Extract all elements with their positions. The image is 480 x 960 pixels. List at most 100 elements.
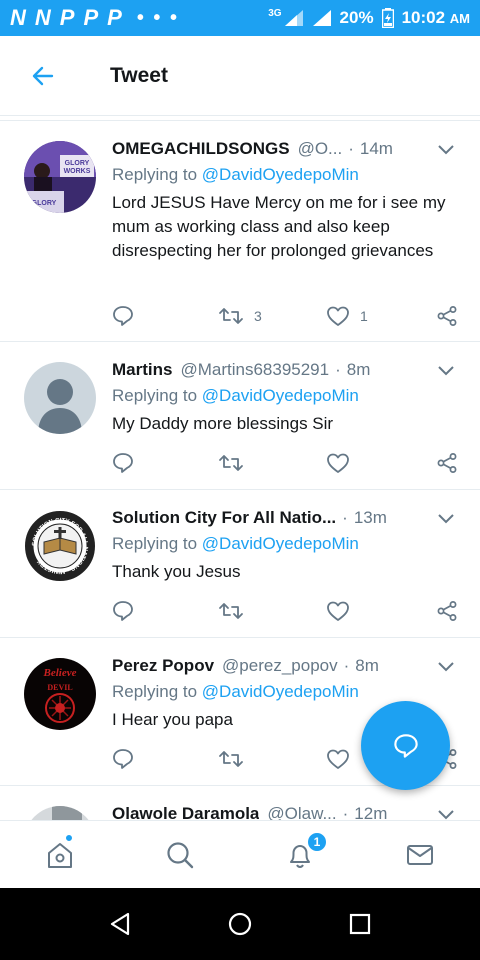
more-notifications-icon: • • • [136, 6, 179, 29]
back-arrow-icon [32, 66, 54, 85]
retweet-count: 3 [254, 308, 262, 324]
retweet-icon [219, 751, 243, 767]
back-button[interactable] [16, 49, 70, 103]
mention-link[interactable]: @DavidOyedepoMin [202, 534, 359, 553]
author-handle[interactable]: @Olaw... [267, 804, 336, 820]
tweet[interactable]: GLORY WORKS GLORY OMEGACHILDSONGS @O... … [0, 120, 480, 342]
signal-icon [284, 10, 303, 26]
notification-icon-n2: N [34, 5, 52, 30]
system-recents-button[interactable] [340, 904, 380, 944]
battery-percent: 20% [339, 8, 374, 27]
chevron-down-icon[interactable] [436, 139, 456, 159]
avatar[interactable]: SOLUTION CITY FOR ALL NATIONS · MINISTRY… [24, 510, 96, 582]
author-name[interactable]: Martins [112, 360, 172, 380]
share-button[interactable] [436, 452, 458, 474]
heart-icon [327, 601, 349, 621]
avatar-logo-text: GLORY [32, 200, 57, 207]
avatar-logo-text: DEVIL [47, 683, 72, 692]
author-name[interactable]: Olawole Daramola [112, 804, 259, 820]
chevron-down-icon[interactable] [436, 360, 456, 380]
search-icon [167, 842, 194, 869]
retweet-button[interactable]: 3 [218, 305, 262, 327]
notification-icon-p2: P [83, 5, 100, 30]
system-nav-bar [0, 888, 480, 960]
nav-search[interactable] [120, 821, 240, 889]
author-name[interactable]: OMEGACHILDSONGS [112, 139, 290, 159]
notification-icon-n1: N [10, 5, 27, 30]
tweet-time: 8m [355, 656, 379, 675]
chevron-down-icon[interactable] [436, 508, 456, 528]
replying-to: Replying to @DavidOyedepoMin [112, 165, 359, 184]
reply-button[interactable] [112, 452, 134, 474]
reply-icon [113, 601, 133, 621]
nav-home[interactable] [0, 821, 120, 889]
network-type: 3G [268, 7, 282, 19]
retweet-icon [219, 308, 243, 324]
avatar[interactable] [24, 806, 96, 820]
nav-notifications[interactable]: 1 [240, 821, 360, 889]
heart-icon [327, 306, 349, 326]
avatar[interactable]: Believe DEVIL [24, 658, 96, 730]
tweet-text: Thank you Jesus [112, 562, 241, 581]
like-button[interactable] [326, 452, 350, 474]
system-back-button[interactable] [100, 904, 140, 944]
avatar[interactable]: GLORY WORKS GLORY [24, 141, 96, 213]
tweet[interactable]: SOLUTION CITY FOR ALL NATIONS · MINISTRY… [0, 490, 480, 638]
tweet[interactable]: Martins @Martins68395291 · 8m Replying t… [0, 342, 480, 490]
tweet-time: 8m [346, 360, 371, 379]
share-icon [437, 306, 457, 326]
share-button[interactable] [436, 600, 458, 622]
separator: · [335, 360, 341, 379]
reply-icon [113, 749, 133, 769]
share-icon [437, 453, 457, 473]
retweet-button[interactable] [218, 748, 244, 770]
author-handle[interactable]: @O... [298, 139, 343, 159]
signal-icon-2 [312, 10, 331, 26]
share-button[interactable] [436, 305, 458, 327]
author-handle[interactable]: @Martins68395291 [180, 360, 329, 380]
reply-button[interactable] [112, 748, 134, 770]
separator: · [343, 656, 350, 675]
nav-messages[interactable] [360, 821, 480, 889]
mention-link[interactable]: @DavidOyedepoMin [202, 682, 359, 701]
compose-reply-button[interactable] [361, 701, 450, 790]
reply-icon [393, 733, 418, 758]
author-handle[interactable]: @perez_popov [222, 656, 338, 676]
reply-button[interactable] [112, 600, 134, 622]
like-button[interactable] [326, 748, 350, 770]
notification-icons: N N P P P • • • [10, 5, 179, 31]
retweet-icon [219, 455, 243, 471]
heart-icon [327, 453, 349, 473]
like-button[interactable]: 1 [326, 305, 368, 327]
like-button[interactable] [326, 600, 350, 622]
tweet-text: Lord JESUS Have Mercy on me for i see my… [112, 193, 446, 260]
tweet-actions [112, 448, 458, 478]
mail-icon [407, 845, 433, 865]
replying-to: Replying to @DavidOyedepoMin [112, 534, 359, 553]
mention-link[interactable]: @DavidOyedepoMin [202, 165, 359, 184]
chevron-down-icon[interactable] [436, 656, 456, 676]
author-name[interactable]: Solution City For All Natio... [112, 508, 336, 528]
notification-icon-p3: P [107, 5, 123, 30]
replying-to: Replying to @DavidOyedepoMin [112, 386, 359, 405]
tweet-time: 12m [354, 804, 388, 820]
retweet-button[interactable] [218, 452, 244, 474]
avatar-logo-text: Believe [43, 667, 77, 679]
reply-icon [113, 306, 133, 326]
clock: 10:02 AM [401, 8, 470, 27]
retweet-button[interactable] [218, 600, 244, 622]
system-home-button[interactable] [220, 904, 260, 944]
author-name[interactable]: Perez Popov [112, 656, 214, 676]
tweet-time: 13m [353, 508, 387, 527]
tweet[interactable]: Olawole Daramola @Olaw... · 12m [0, 786, 480, 820]
mention-link[interactable]: @DavidOyedepoMin [202, 386, 359, 405]
reply-button[interactable] [112, 305, 134, 327]
battery-icon [381, 8, 394, 28]
heart-icon [327, 749, 349, 769]
share-icon [437, 601, 457, 621]
avatar[interactable] [24, 362, 96, 434]
circle-home-icon [228, 912, 252, 936]
notification-badge: 1 [306, 831, 328, 853]
app-header: Tweet [0, 36, 480, 116]
chevron-down-icon[interactable] [436, 804, 456, 820]
